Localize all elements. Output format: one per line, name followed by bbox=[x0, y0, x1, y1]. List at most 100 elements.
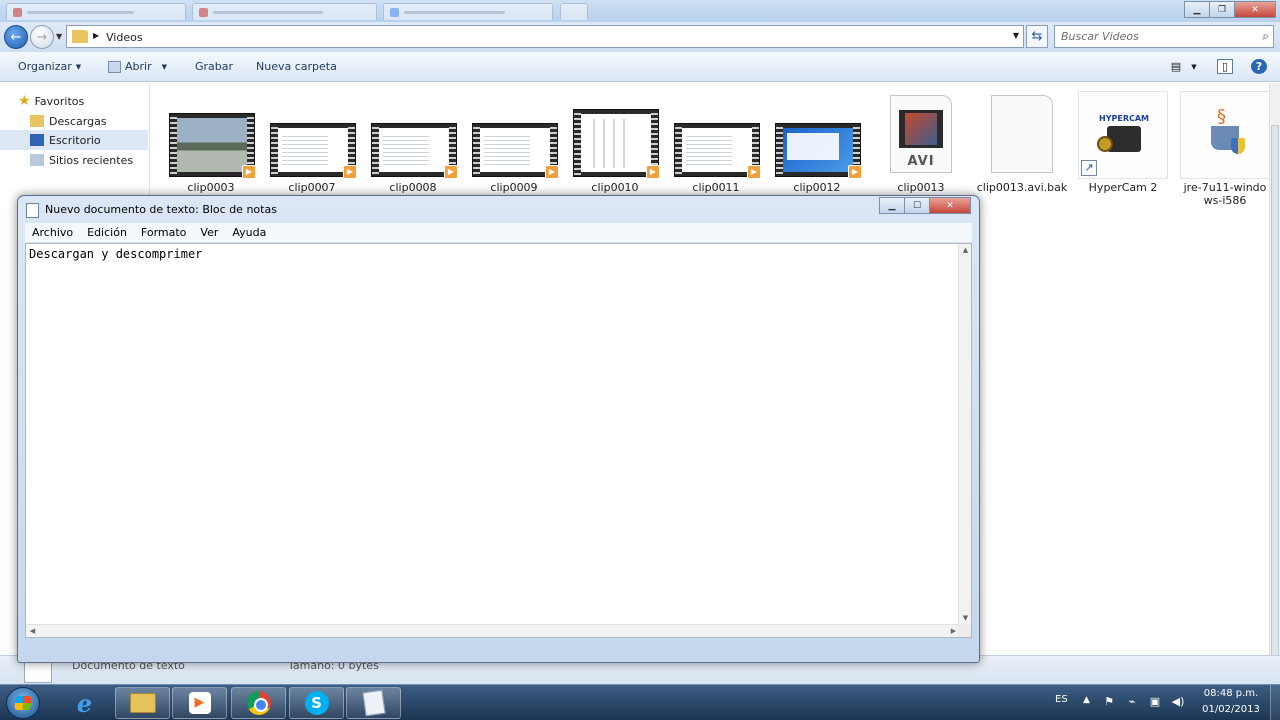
video-thumbnail: ▶ bbox=[169, 113, 256, 179]
play-badge-icon: ▶ bbox=[646, 165, 660, 179]
file-item[interactable]: ▶ clip0009 bbox=[466, 109, 562, 195]
background-tab[interactable] bbox=[383, 3, 553, 20]
file-item[interactable]: ▶ clip0012 bbox=[769, 109, 865, 195]
explorer-scrollbar[interactable] bbox=[1269, 83, 1280, 673]
address-bar[interactable]: ▶ Videos ▼ bbox=[66, 25, 1024, 48]
tab-favicon-icon bbox=[199, 8, 208, 17]
organizar-label: Organizar bbox=[18, 60, 72, 73]
history-dropdown-icon[interactable]: ▼ bbox=[56, 32, 62, 41]
abrir-button[interactable]: Abrir ▼ bbox=[108, 60, 167, 73]
notepad-text-area: ▲ ▼ ◀ ▶ bbox=[25, 243, 972, 638]
taskbar-skype[interactable]: S bbox=[289, 687, 344, 719]
scroll-left-icon[interactable]: ◀ bbox=[26, 625, 39, 638]
background-tab[interactable] bbox=[6, 3, 186, 20]
tab-favicon-icon bbox=[13, 8, 22, 17]
menu-edicion[interactable]: Edición bbox=[80, 226, 134, 239]
action-center-flag-icon[interactable]: ⚑ bbox=[1102, 695, 1116, 708]
file-item[interactable]: AVI clip0013 bbox=[873, 93, 969, 197]
internet-explorer-icon: e bbox=[76, 688, 93, 718]
background-tab[interactable] bbox=[192, 3, 377, 20]
menu-formato[interactable]: Formato bbox=[134, 226, 194, 239]
restore-button[interactable]: ❐ bbox=[1209, 1, 1235, 18]
new-tab-button[interactable] bbox=[560, 3, 588, 20]
file-item[interactable]: clip0013.avi.bak bbox=[974, 93, 1070, 197]
power-icon[interactable]: ⌁ bbox=[1125, 695, 1139, 708]
nav-descargas[interactable]: Descargas bbox=[0, 111, 148, 131]
search-icon[interactable]: ⌕ bbox=[1262, 29, 1269, 44]
breadcrumb-videos[interactable]: Videos bbox=[106, 31, 143, 44]
back-button[interactable]: ← bbox=[4, 25, 28, 49]
avi-badge: AVI bbox=[907, 154, 935, 169]
play-badge-icon: ▶ bbox=[444, 165, 458, 179]
menu-ver[interactable]: Ver bbox=[193, 226, 225, 239]
grabar-button[interactable]: Grabar bbox=[195, 60, 233, 73]
scroll-up-icon[interactable]: ▲ bbox=[959, 244, 972, 257]
file-name: HyperCam 2 bbox=[1088, 181, 1158, 194]
file-item[interactable]: ▶ clip0010 bbox=[567, 109, 663, 195]
address-dropdown-icon[interactable]: ▼ bbox=[1013, 31, 1019, 40]
organizar-button[interactable]: Organizar ▼ bbox=[18, 60, 81, 73]
clock-date[interactable]: 01/02/2013 bbox=[1196, 704, 1266, 715]
recent-places-icon bbox=[30, 154, 44, 166]
views-dropdown-icon[interactable]: ▼ bbox=[1186, 59, 1202, 74]
media-player-icon: ▶ bbox=[188, 692, 211, 714]
taskbar-ie[interactable]: e bbox=[57, 687, 112, 719]
horizontal-scrollbar[interactable]: ◀ ▶ bbox=[26, 624, 960, 637]
file-item[interactable]: ▶ clip0003 bbox=[163, 109, 259, 195]
nav-escritorio[interactable]: Escritorio bbox=[0, 130, 148, 150]
menu-ayuda[interactable]: Ayuda bbox=[225, 226, 273, 239]
close-icon: ✕ bbox=[946, 200, 954, 211]
show-hidden-icons-icon[interactable]: ▲ bbox=[1083, 695, 1090, 705]
show-desktop-button[interactable] bbox=[1270, 685, 1280, 720]
nav-descargas-label: Descargas bbox=[49, 114, 107, 128]
menu-archivo[interactable]: Archivo bbox=[25, 226, 80, 239]
restore-icon: ❐ bbox=[1217, 4, 1227, 15]
refresh-button[interactable]: ⇆ bbox=[1026, 25, 1048, 48]
notepad-icon bbox=[361, 689, 386, 717]
file-name: clip0013.avi.bak bbox=[976, 181, 1068, 194]
notepad-editor[interactable] bbox=[26, 244, 960, 625]
file-item[interactable]: ▶ clip0008 bbox=[365, 109, 461, 195]
notepad-icon[interactable] bbox=[26, 203, 39, 218]
file-item[interactable]: ▶ clip0007 bbox=[264, 109, 360, 195]
nav-favoritos[interactable]: ★ Favoritos bbox=[0, 91, 148, 111]
file-item[interactable]: § jre-7u11-windows-i586 bbox=[1177, 90, 1273, 210]
clock-time[interactable]: 08:48 p.m. bbox=[1196, 688, 1266, 699]
taskbar-notepad[interactable] bbox=[346, 687, 401, 719]
back-arrow-icon: ← bbox=[10, 29, 22, 45]
breadcrumb-chevron-icon[interactable]: ▶ bbox=[93, 31, 99, 40]
language-indicator[interactable]: ES bbox=[1055, 694, 1068, 705]
vertical-scrollbar[interactable]: ▲ ▼ bbox=[958, 244, 971, 625]
volume-icon[interactable]: ◀) bbox=[1171, 695, 1185, 708]
search-input[interactable] bbox=[1055, 26, 1251, 47]
nueva-carpeta-button[interactable]: Nueva carpeta bbox=[256, 60, 337, 73]
minimize-button[interactable]: ▁ bbox=[1184, 1, 1210, 18]
play-badge-icon: ▶ bbox=[545, 165, 559, 179]
file-explorer-icon bbox=[129, 693, 156, 713]
notepad-menubar: Archivo Edición Formato Ver Ayuda bbox=[25, 223, 972, 243]
taskbar-explorer[interactable] bbox=[115, 687, 170, 719]
forward-button[interactable]: → bbox=[30, 25, 54, 49]
nueva-carpeta-label: Nueva carpeta bbox=[256, 60, 337, 73]
java-installer-icon: § bbox=[1180, 91, 1270, 179]
maximize-button[interactable]: ☐ bbox=[904, 197, 930, 214]
file-name: clip0003 bbox=[187, 181, 235, 194]
file-item[interactable]: HYPERCAM ↗ HyperCam 2 bbox=[1075, 90, 1171, 194]
scrollbar-thumb[interactable] bbox=[1271, 125, 1279, 665]
file-item[interactable]: ▶ clip0011 bbox=[668, 109, 764, 195]
windows-logo-icon bbox=[14, 696, 32, 710]
file-name: clip0011 bbox=[692, 181, 740, 194]
nav-sitios-recientes[interactable]: Sitios recientes bbox=[0, 150, 148, 170]
taskbar-media-player[interactable]: ▶ bbox=[172, 687, 227, 719]
start-button[interactable] bbox=[6, 687, 40, 719]
minimize-button[interactable]: ▁ bbox=[879, 197, 905, 214]
taskbar-chrome[interactable] bbox=[231, 687, 286, 719]
preview-pane-icon[interactable]: ▯ bbox=[1217, 59, 1233, 74]
hypercam-app-icon: HYPERCAM ↗ bbox=[1078, 91, 1168, 179]
help-icon[interactable]: ? bbox=[1251, 59, 1267, 74]
close-button[interactable]: ✕ bbox=[1234, 1, 1276, 18]
network-icon[interactable]: ▣ bbox=[1148, 695, 1162, 708]
close-button[interactable]: ✕ bbox=[929, 197, 971, 214]
star-icon: ★ bbox=[18, 93, 31, 109]
views-icon[interactable]: ▤ bbox=[1168, 59, 1184, 74]
